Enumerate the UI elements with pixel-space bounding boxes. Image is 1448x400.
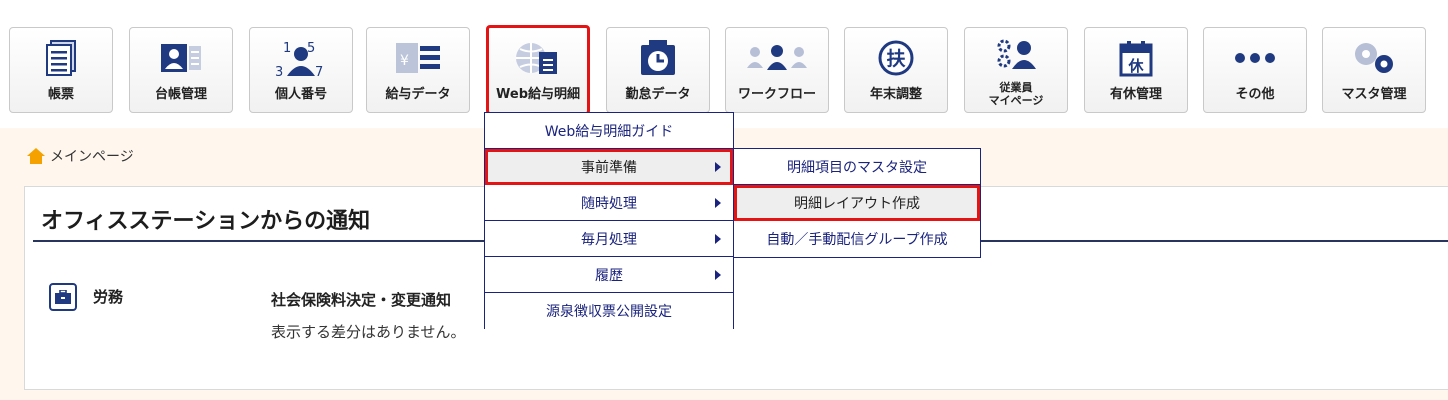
globe-document-icon: [489, 38, 587, 78]
toolbar-label: その他: [1235, 87, 1275, 102]
submenu-arrow-icon: [715, 198, 721, 208]
menu-item-label: 履歴: [595, 267, 623, 284]
menu-item-label: Web給与明細ガイド: [544, 123, 674, 140]
submenu-item-master[interactable]: 明細項目のマスタ設定: [734, 149, 980, 185]
payroll-data-icon: ¥: [367, 38, 469, 78]
notice-body: 表示する差分はありません。: [271, 323, 466, 341]
submenu-arrow-icon: [715, 270, 721, 280]
toolbar-button-chohyo[interactable]: 帳票: [9, 27, 113, 113]
toolbar-button-nenmatsu[interactable]: 扶 年末調整: [844, 27, 948, 113]
submenu-item-label: 自動／手動配信グループ作成: [766, 232, 948, 248]
svg-text:3: 3: [275, 65, 283, 78]
toolbar-button-mypage[interactable]: 従業員 マイページ: [964, 27, 1068, 113]
submenu-item-group[interactable]: 自動／手動配信グループ作成: [734, 221, 980, 257]
home-icon: [27, 148, 45, 164]
svg-text:5: 5: [307, 41, 315, 56]
submenu-arrow-icon: [715, 162, 721, 172]
toolbar-button-yukyu[interactable]: 休 有休管理: [1084, 27, 1188, 113]
id-card-icon: [130, 38, 232, 78]
employee-gear-icon: [965, 34, 1067, 74]
svg-text:7: 7: [315, 65, 323, 78]
clock-icon: [607, 38, 709, 78]
menu-item-guide[interactable]: Web給与明細ガイド: [485, 113, 733, 149]
menu-item-label: 随時処理: [581, 195, 637, 212]
svg-text:扶: 扶: [886, 47, 906, 70]
calendar-icon: 休: [1085, 38, 1187, 78]
toolbar-label: 台帳管理: [154, 87, 207, 102]
more-dots-icon: [1204, 38, 1306, 78]
people-group-icon: [726, 38, 828, 78]
submenu-item-label: 明細項目のマスタ設定: [787, 159, 927, 176]
menu-item-monthly[interactable]: 毎月処理: [485, 221, 733, 257]
toolbar-label: 給与データ: [385, 87, 451, 102]
panel-title: オフィスステーションからの通知: [41, 209, 371, 234]
toolbar-label: 帳票: [47, 87, 74, 102]
menu-item-label: 源泉徴収票公開設定: [546, 304, 672, 320]
category-label: 労務: [93, 288, 124, 306]
toolbar-label: 有休管理: [1109, 87, 1162, 102]
toolbar-button-kojin[interactable]: 1 5 3 7 個人番号: [249, 27, 353, 113]
toolbar-button-kyuyo[interactable]: ¥ 給与データ: [366, 27, 470, 113]
menu-item-withholding[interactable]: 源泉徴収票公開設定: [485, 293, 733, 329]
toolbar-button-workflow[interactable]: ワークフロー: [725, 27, 829, 113]
toolbar-label: ワークフロー: [737, 87, 816, 102]
toolbar-label: 従業員 マイページ: [988, 81, 1044, 107]
menu-item-history[interactable]: 履歴: [485, 257, 733, 293]
submenu-item-label: 明細レイアウト作成: [794, 195, 920, 212]
toolbar-label: マスタ管理: [1341, 87, 1407, 102]
gears-icon: [1323, 38, 1425, 78]
svg-text:1: 1: [283, 41, 291, 56]
toolbar-button-kintai[interactable]: 勤怠データ: [606, 27, 710, 113]
menu-item-preparation[interactable]: 事前準備: [485, 149, 733, 185]
submenu-arrow-icon: [715, 234, 721, 244]
menu-item-label: 事前準備: [581, 159, 637, 176]
toolbar-label: 勤怠データ: [625, 87, 691, 102]
toolbar-label: 年末調整: [869, 87, 922, 102]
svg-text:¥: ¥: [400, 53, 409, 69]
breadcrumb-link-main[interactable]: メインページ: [50, 146, 134, 166]
preparation-submenu: 明細項目のマスタ設定 明細レイアウト作成 自動／手動配信グループ作成: [733, 148, 981, 258]
person-numbers-icon: 1 5 3 7: [250, 38, 352, 78]
briefcase-icon: [49, 283, 77, 311]
toolbar-label: 個人番号: [274, 87, 327, 102]
document-list-icon: [10, 38, 112, 78]
svg-text:休: 休: [1127, 57, 1144, 75]
web-payslip-menu: Web給与明細ガイド 事前準備 随時処理 毎月処理 履歴 源泉徴収票公開設定: [484, 112, 734, 329]
toolbar-button-master[interactable]: マスタ管理: [1322, 27, 1426, 113]
toolbar-button-web[interactable]: Web給与明細: [486, 25, 590, 115]
notice-title[interactable]: 社会保険料決定・変更通知: [271, 289, 451, 310]
toolbar-button-sonota[interactable]: その他: [1203, 27, 1307, 113]
toolbar-button-daicho[interactable]: 台帳管理: [129, 27, 233, 113]
breadcrumb: メインページ: [26, 146, 134, 166]
menu-item-label: 毎月処理: [581, 231, 637, 248]
toolbar-label: Web給与明細: [496, 87, 580, 102]
fu-badge-icon: 扶: [845, 38, 947, 78]
menu-item-adhoc[interactable]: 随時処理: [485, 185, 733, 221]
main-toolbar: 帳票 台帳管理 1 5 3 7 個人番号 ¥ 給与データ Web給与明細 勤怠デ…: [0, 0, 1448, 128]
submenu-item-layout[interactable]: 明細レイアウト作成: [734, 185, 980, 221]
